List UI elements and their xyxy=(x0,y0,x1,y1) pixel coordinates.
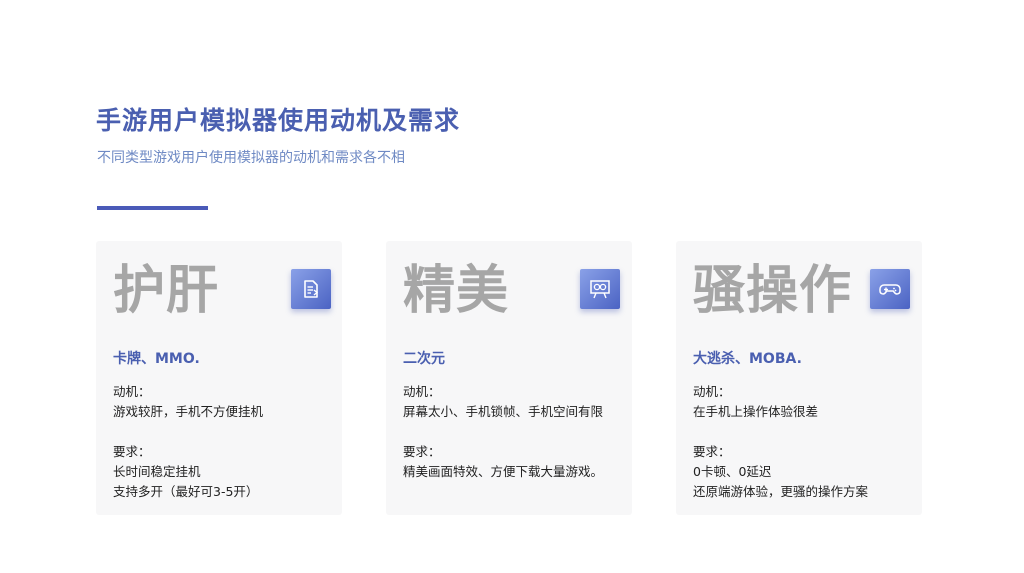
need-label: 要求： xyxy=(113,444,151,459)
page-subtitle: 不同类型游戏用户使用模拟器的动机和需求各不相 xyxy=(97,150,405,166)
card-beauty: 精美 二次元 动机： 屏幕太小、手机锁帧、手机空间有限 要求： 精美画面特效、方… xyxy=(386,241,632,515)
motive-line: 在手机上操作体验很差 xyxy=(693,404,819,419)
need-line: 精美画面特效、方便下载大量游戏。 xyxy=(403,464,604,479)
card-genre-tag: 卡牌、MMO. xyxy=(113,351,200,367)
card-heading: 骚操作 xyxy=(693,261,853,321)
card-genre-tag: 二次元 xyxy=(403,351,445,367)
document-icon xyxy=(291,269,331,309)
need-line: 支持多开（最好可3-5开） xyxy=(113,484,259,499)
card-body: 动机： 屏幕太小、手机锁帧、手机空间有限 要求： 精美画面特效、方便下载大量游戏… xyxy=(403,382,603,482)
need-line: 0卡顿、0延迟 xyxy=(693,464,772,479)
motive-label: 动机： xyxy=(693,384,731,399)
page-title: 手游用户模拟器使用动机及需求 xyxy=(96,106,461,135)
presentation-gear-icon xyxy=(580,269,620,309)
motive-label: 动机： xyxy=(403,384,441,399)
card-liver-protection: 护肝 卡牌、MMO. 动机： 游戏较肝，手机不方便挂机 要求： 长时间稳定挂机 … xyxy=(96,241,342,515)
card-genre-tag: 大逃杀、MOBA. xyxy=(693,351,802,367)
motive-line: 屏幕太小、手机锁帧、手机空间有限 xyxy=(403,404,604,419)
gamepad-icon xyxy=(870,269,910,309)
need-line: 还原端游体验，更骚的操作方案 xyxy=(693,484,869,499)
need-label: 要求： xyxy=(403,444,441,459)
card-heading: 精美 xyxy=(403,261,510,321)
card-body: 动机： 在手机上操作体验很差 要求： 0卡顿、0延迟 还原端游体验，更骚的操作方… xyxy=(693,382,868,502)
card-skill-play: 骚操作 大逃杀、MOBA. 动机： 在手机上操作体验很差 要求： 0卡顿、0延迟… xyxy=(676,241,922,515)
need-line: 长时间稳定挂机 xyxy=(113,464,201,479)
motive-label: 动机： xyxy=(113,384,151,399)
title-divider xyxy=(97,206,208,210)
card-heading: 护肝 xyxy=(113,261,220,321)
motive-line: 游戏较肝，手机不方便挂机 xyxy=(113,404,264,419)
need-label: 要求： xyxy=(693,444,731,459)
card-body: 动机： 游戏较肝，手机不方便挂机 要求： 长时间稳定挂机 支持多开（最好可3-5… xyxy=(113,382,263,502)
